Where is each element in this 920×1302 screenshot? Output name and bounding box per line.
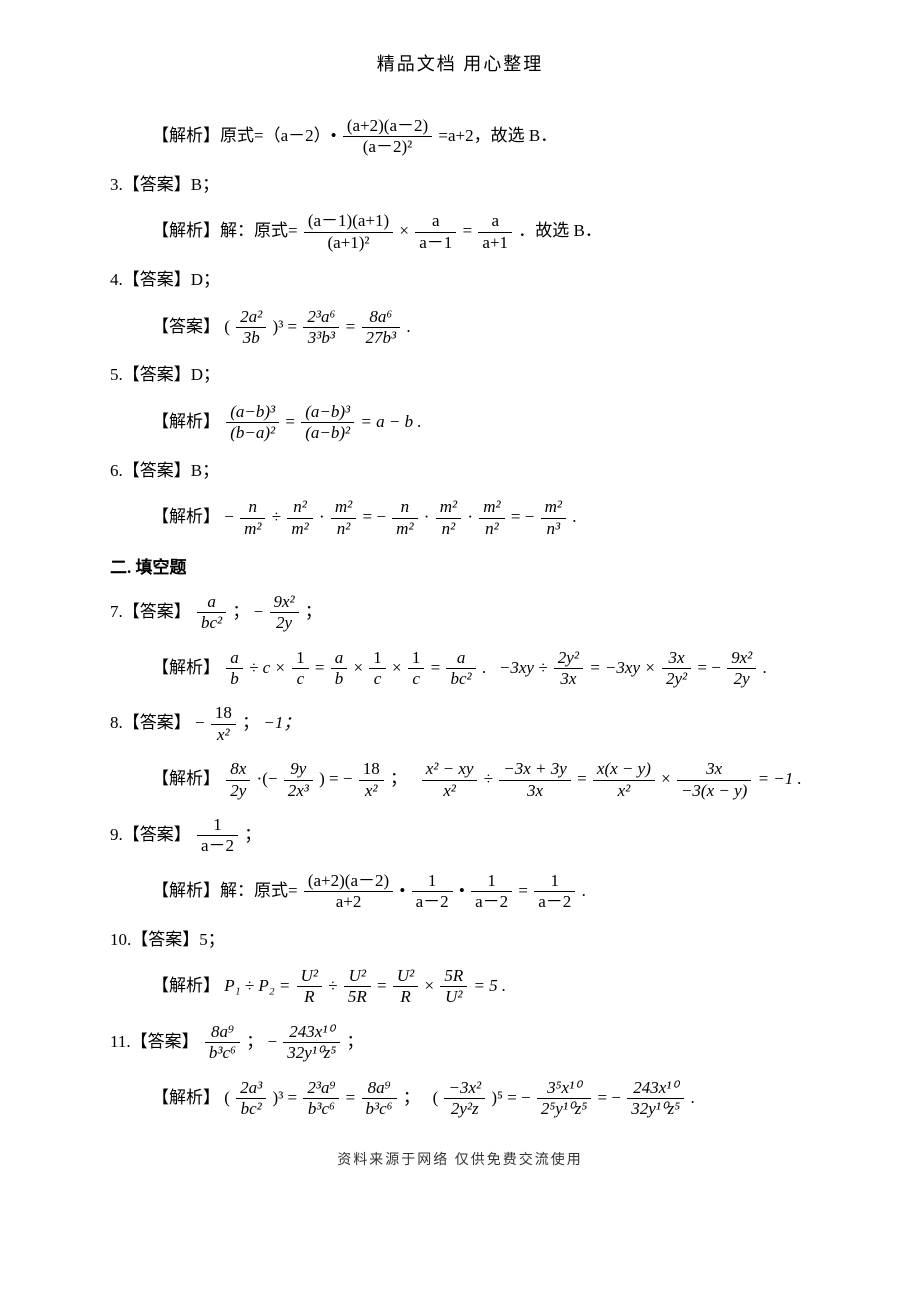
fraction: 2a³bc² [236, 1078, 266, 1120]
fraction: U²R [393, 966, 418, 1008]
item-8-answer: 8.【答案】 − 18x² ； −1； [110, 703, 810, 745]
analysis-label: 【解析】 [152, 657, 220, 676]
item-8-analysis: 【解析】 8x2y ·(− 9y2x³ ) = − 18x² ； x² − xy… [110, 759, 810, 801]
item-9-analysis: 【解析】解：原式= (a+2)(a－2)a+2 • 1a－2 • 1a－2 = … [110, 871, 810, 913]
fraction: n²m² [287, 497, 312, 539]
analysis-label: 【解析】 [152, 769, 220, 788]
item-6-analysis: 【解析】 − nm² ÷ n²m² · m²n² = − nm² · m²n² … [110, 497, 810, 539]
answer-label: 11.【答案】 [110, 1032, 199, 1051]
fraction: 8a⁶ 27b³ [362, 307, 401, 349]
fraction: 9x²2y [270, 592, 299, 634]
answer-label: 8.【答案】 [110, 713, 191, 732]
analysis-label: 【解析】 [152, 976, 220, 995]
fraction: 2³a⁶ 3³b³ [303, 307, 339, 349]
fraction: −3x²2y²z [444, 1078, 485, 1120]
fraction: 9x²2y [727, 648, 756, 690]
item-3-analysis: 【解析】解：原式= (a－1)(a+1) (a+1)² × a a－1 = a … [110, 211, 810, 253]
fraction: m²n² [331, 497, 356, 539]
item-5-analysis: 【解析】 (a−b)³ (b−a)² = (a−b)³ (a−b)² = a −… [110, 402, 810, 444]
fraction: x² − xyx² [422, 759, 478, 801]
section-fill-blanks: 二. 填空题 [110, 553, 810, 578]
fraction: 18x² [211, 703, 236, 745]
fraction: (a－1)(a+1) (a+1)² [304, 211, 393, 253]
analysis-label: 【解析】 [152, 412, 220, 431]
fraction: (a−b)³ (b−a)² [226, 402, 279, 444]
item-6-answer: 6.【答案】B； [110, 458, 810, 484]
fraction: 9y2x³ [284, 759, 313, 801]
fraction: abc² [446, 648, 475, 690]
fraction: m²n² [479, 497, 504, 539]
fraction: ab [331, 648, 348, 690]
fraction: 2³a⁹b³c⁶ [303, 1078, 339, 1120]
answer-label: 7.【答案】 [110, 602, 191, 621]
fraction: 1a－2 [471, 871, 512, 913]
fraction: 1c [408, 648, 425, 690]
fraction: 8x2y [226, 759, 250, 801]
item-4-answer: 4.【答案】D； [110, 267, 810, 293]
fraction: 2y²3x [554, 648, 583, 690]
fraction: 8a⁹b³c⁶ [362, 1078, 397, 1120]
item-10-analysis: 【解析】 P₁ ÷ P₂ = U²R ÷ U²5R = U²R × 5RU² =… [110, 966, 810, 1008]
fraction: 3x−3(x − y) [677, 759, 751, 801]
fraction: ab [226, 648, 243, 690]
document-page: 精品文档 用心整理 【解析】原式=（a－2）• (a+2)(a－2) (a－2)… [0, 0, 920, 1199]
analysis-label: 【解析】解：原式= [152, 221, 298, 240]
item-7-answer: 7.【答案】 abc² ； − 9x²2y ； [110, 592, 810, 634]
fraction: 1c [292, 648, 309, 690]
fraction: x(x − y)x² [593, 759, 655, 801]
item-10-answer: 10.【答案】5； [110, 927, 810, 953]
fraction: 3⁵x¹⁰2⁵y¹⁰z⁵ [537, 1078, 591, 1120]
fraction: U²5R [344, 966, 371, 1008]
item-11-answer: 11.【答案】 8a⁹b³c⁶ ； − 243x¹⁰32y¹⁰z⁵ ； [110, 1022, 810, 1064]
fraction: a a－1 [415, 211, 456, 253]
fraction: (a+2)(a－2)a+2 [304, 871, 393, 913]
fraction: 1a－2 [412, 871, 453, 913]
fraction: −3x + 3y3x [499, 759, 571, 801]
item-2-analysis: 【解析】原式=（a－2）• (a+2)(a－2) (a－2)² =a+2，故选 … [110, 116, 810, 158]
page-header: 精品文档 用心整理 [110, 50, 810, 76]
fraction: 1a－2 [197, 815, 238, 857]
page-footer: 资料来源于网络 仅供免费交流使用 [110, 1149, 810, 1169]
answer-label: 【答案】 [152, 316, 220, 335]
fraction: nm² [392, 497, 417, 539]
fraction: 1c [369, 648, 386, 690]
fraction: 3x2y² [662, 648, 691, 690]
fraction: m²n² [436, 497, 461, 539]
fraction: 243x¹⁰32y¹⁰z⁵ [283, 1022, 340, 1064]
fraction: 1a－2 [534, 871, 575, 913]
item-4-formula: 【答案】 ( 2a² 3b )³ = 2³a⁶ 3³b³ = 8a⁶ 27b³ … [110, 307, 810, 349]
fraction: 2a² 3b [236, 307, 266, 349]
analysis-label: 【解析】 [152, 507, 220, 526]
item-5-answer: 5.【答案】D； [110, 362, 810, 388]
fraction: 18x² [359, 759, 384, 801]
fraction: m²n³ [541, 497, 566, 539]
fraction: (a+2)(a－2) (a－2)² [343, 116, 432, 158]
fraction: U²R [297, 966, 322, 1008]
item-7-analysis: 【解析】 ab ÷ c × 1c = ab × 1c × 1c = abc² .… [110, 648, 810, 690]
item-3-answer: 3.【答案】B； [110, 172, 810, 198]
fraction: 5RU² [440, 966, 467, 1008]
analysis-label: 【解析】解：原式= [152, 881, 298, 900]
answer-label: 9.【答案】 [110, 825, 191, 844]
tail-text: =a+2，故选 B． [438, 126, 557, 145]
item-11-analysis: 【解析】 ( 2a³bc² )³ = 2³a⁹b³c⁶ = 8a⁹b³c⁶ ； … [110, 1078, 810, 1120]
fraction: 8a⁹b³c⁶ [205, 1022, 240, 1064]
fraction: a a+1 [478, 211, 512, 253]
analysis-label: 【解析】 [152, 1087, 220, 1106]
analysis-text: 【解析】原式=（a－2）• [152, 126, 337, 145]
fraction: abc² [197, 592, 226, 634]
tail-text: ．故选 B． [518, 221, 602, 240]
item-9-answer: 9.【答案】 1a－2 ； [110, 815, 810, 857]
fraction: nm² [240, 497, 265, 539]
fraction: 243x¹⁰32y¹⁰z⁵ [627, 1078, 684, 1120]
fraction: (a−b)³ (a−b)² [301, 402, 354, 444]
